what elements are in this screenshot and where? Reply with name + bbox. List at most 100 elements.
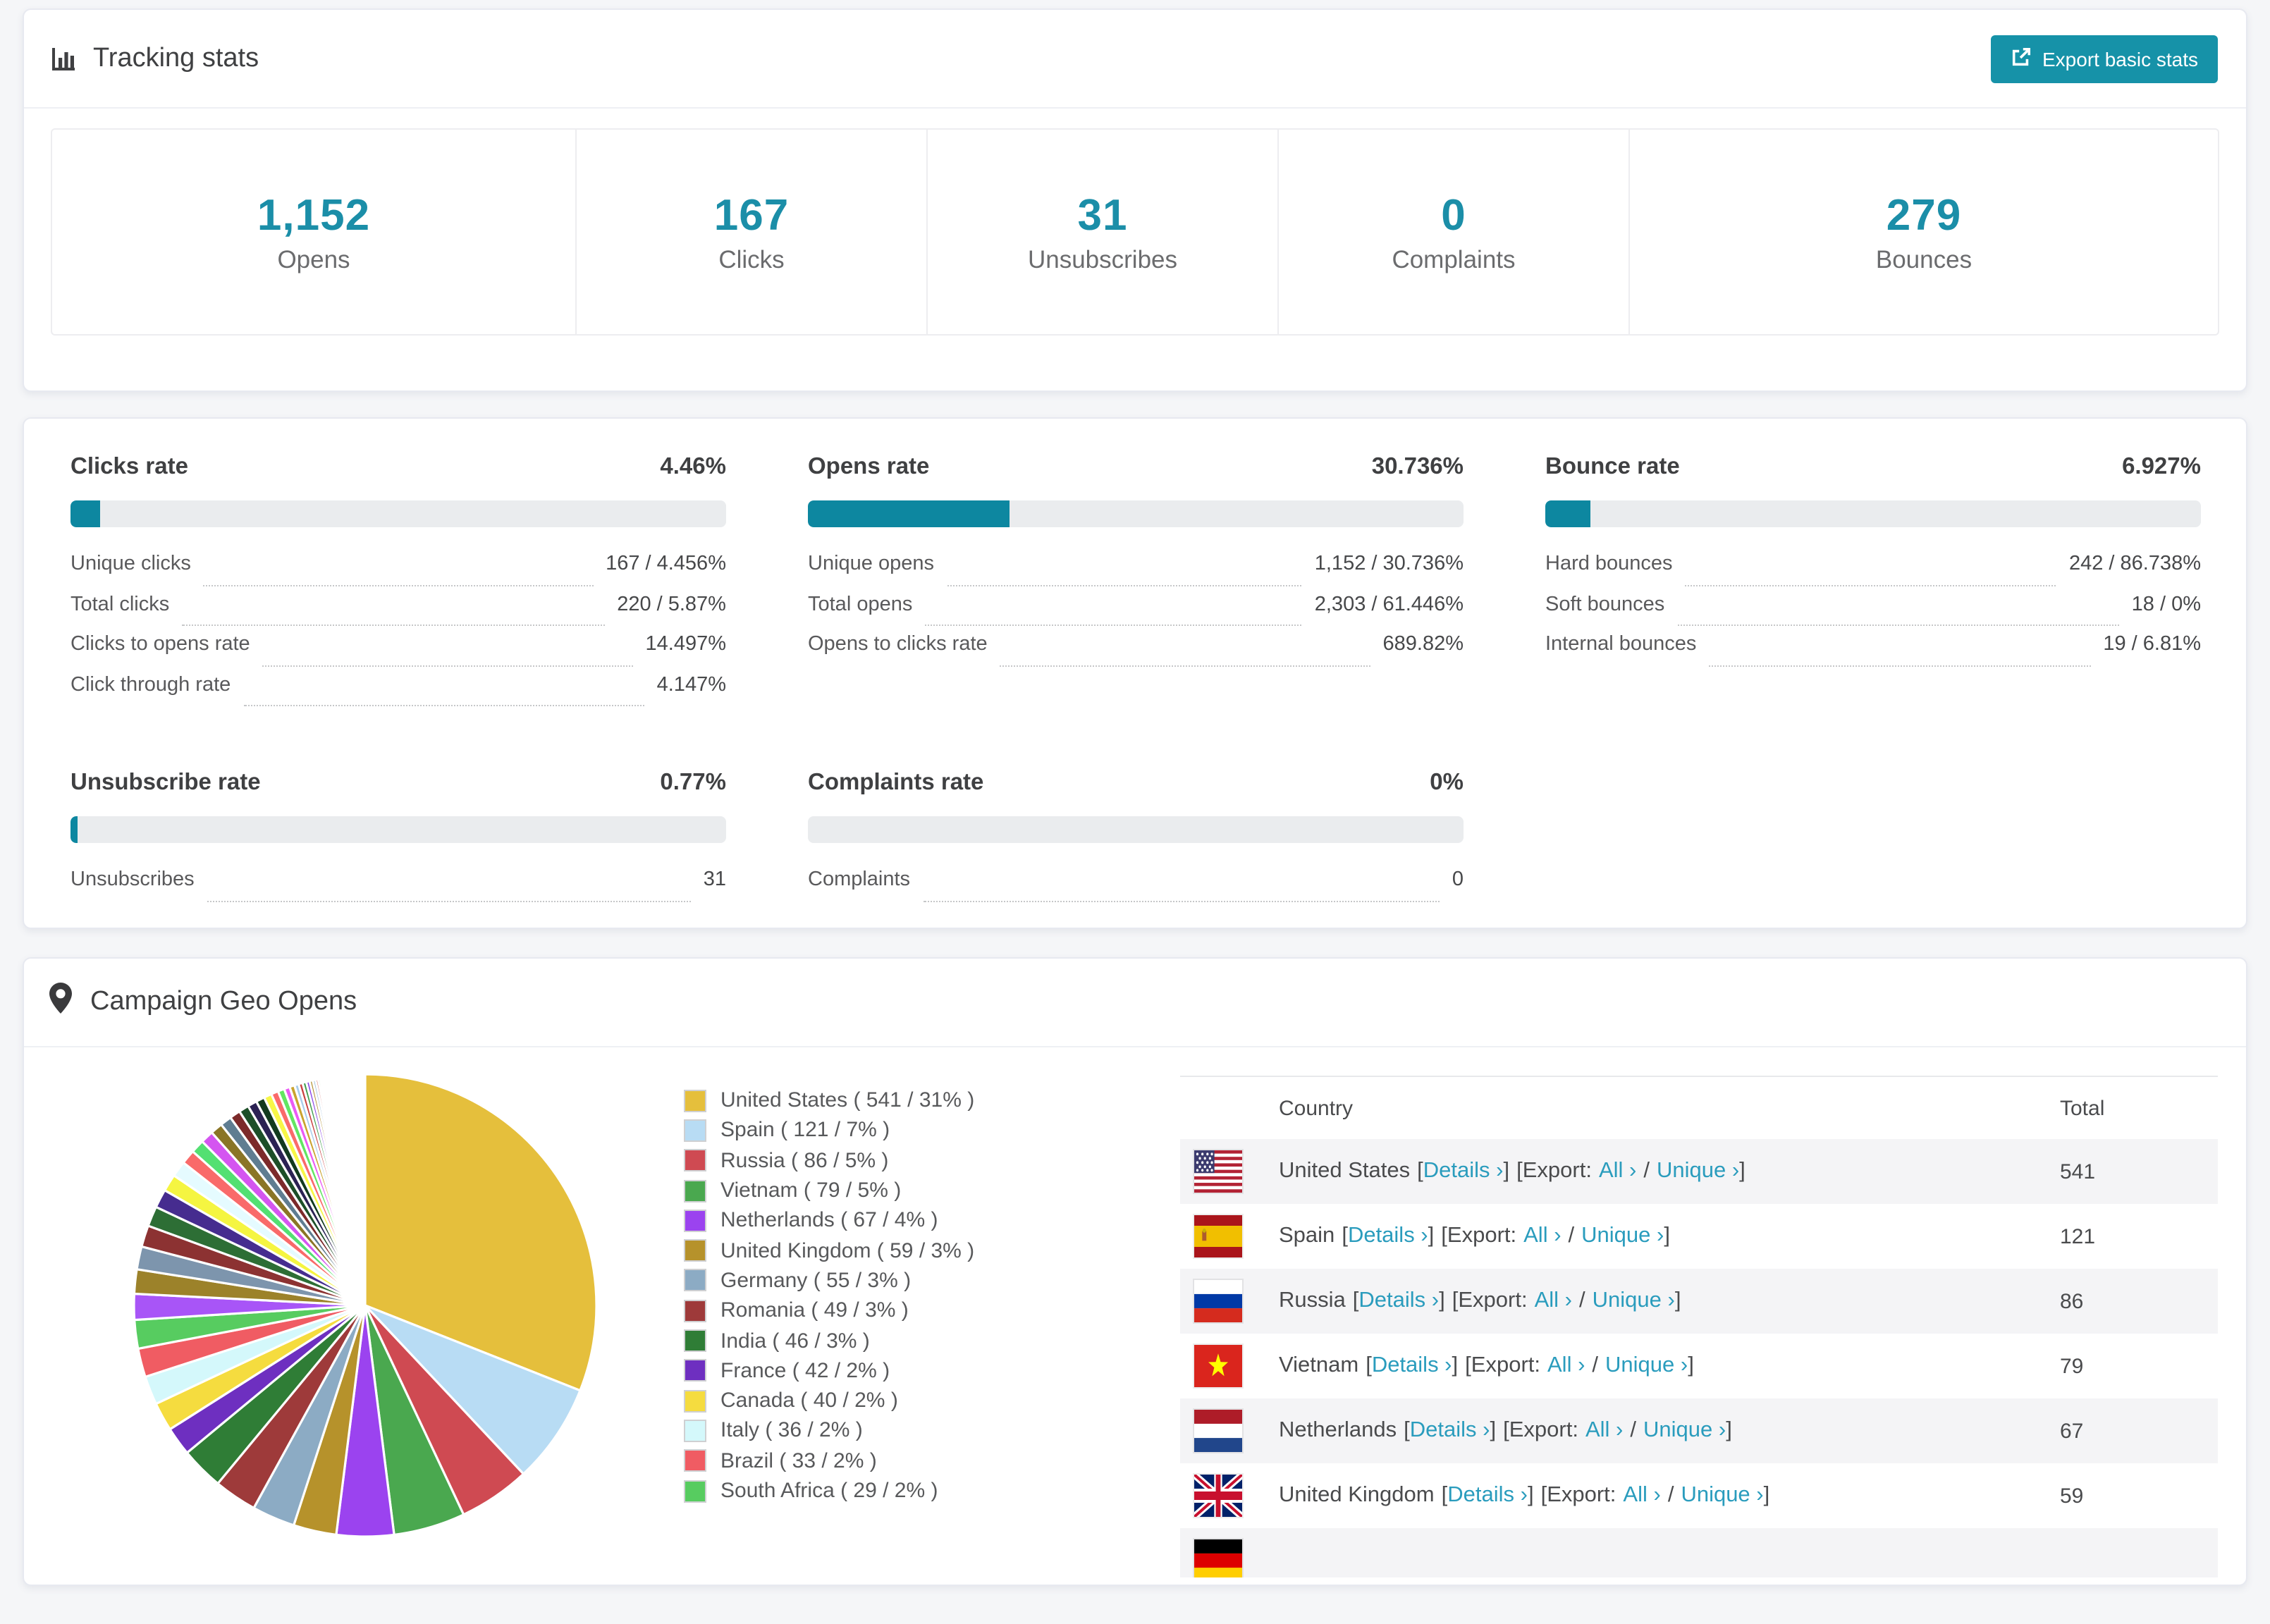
rate-row: Soft bounces 18 / 0%	[1545, 593, 2201, 633]
dotted-leader	[925, 625, 1302, 626]
clicks-rate-progressbar	[70, 500, 726, 527]
export-unique-link[interactable]: Unique ›	[1581, 1224, 1664, 1248]
opens-rate-value: 30.736%	[1371, 454, 1464, 479]
details-link[interactable]: Details ›	[1358, 1288, 1439, 1312]
rate-row: Unique clicks 167 / 4.456%	[70, 553, 726, 593]
tracking-stats-header: Tracking stats Export basic stats	[24, 10, 2246, 109]
clicks-label: Clicks	[718, 245, 785, 273]
legend-item: United States ( 541 / 31% )	[684, 1085, 1180, 1116]
export-all-link[interactable]: All ›	[1523, 1224, 1561, 1248]
rate-row: Unique opens 1,152 / 30.736%	[808, 553, 1464, 593]
unsubscribe-rate-value: 0.77%	[660, 770, 726, 795]
legend-swatch	[684, 1269, 706, 1292]
opens-label: Opens	[277, 245, 350, 273]
legend-item: Italy ( 36 / 2% )	[684, 1416, 1180, 1446]
legend-item: France ( 42 / 2% )	[684, 1355, 1180, 1386]
table-row-vietnam: Vietnam [Details ›] [Export: All › / Unique ›…	[1180, 1334, 2218, 1398]
flag-spain-icon	[1194, 1215, 1242, 1257]
legend-swatch	[684, 1389, 706, 1413]
opens-rate-progress-fill	[808, 500, 1010, 527]
details-link[interactable]: Details ›	[1410, 1418, 1490, 1442]
clicks-count: 167	[713, 190, 790, 239]
export-all-link[interactable]: All ›	[1585, 1418, 1623, 1442]
dotted-leader	[203, 584, 594, 586]
pie-svg	[133, 1073, 598, 1538]
flag-vietnam-icon	[1194, 1345, 1242, 1387]
stat-box-complaints: 0 Complaints	[1279, 130, 1630, 334]
legend-item: Canada ( 40 / 2% )	[684, 1386, 1180, 1416]
export-unique-link[interactable]: Unique ›	[1681, 1483, 1763, 1507]
geo-legend: United States ( 541 / 31% ) Spain ( 121 …	[684, 1047, 1180, 1577]
country-total: 67	[2060, 1419, 2084, 1443]
table-row-spain: Spain [Details ›] [Export: All › / Unique ›] …	[1180, 1204, 2218, 1269]
legend-swatch	[684, 1359, 706, 1382]
dashboard: Tracking stats Export basic stats 1,152 …	[0, 8, 2270, 1624]
flag-germany-icon	[1194, 1539, 1242, 1577]
details-link[interactable]: Details ›	[1423, 1159, 1504, 1183]
bounce-rate-progressbar	[1545, 500, 2201, 527]
legend-swatch	[684, 1449, 706, 1472]
export-all-link[interactable]: All ›	[1535, 1288, 1572, 1312]
country-name: Vietnam	[1279, 1353, 1359, 1377]
details-link[interactable]: Details ›	[1447, 1483, 1528, 1507]
flag-united-kingdom-icon	[1194, 1475, 1242, 1517]
export-all-link[interactable]: All ›	[1547, 1353, 1585, 1377]
bounce-rate-value: 6.927%	[2122, 454, 2201, 479]
export-button-label: Export basic stats	[2042, 47, 2198, 70]
map-pin-icon	[49, 983, 72, 1022]
legend-item: Netherlands ( 67 / 4% )	[684, 1205, 1180, 1236]
bounce-rate-progress-fill	[1545, 500, 1591, 527]
table-row-netherlands: Netherlands [Details ›] [Export: All › / Uniq…	[1180, 1398, 2218, 1463]
legend-item: Spain ( 121 / 7% )	[684, 1116, 1180, 1146]
unsubscribes-count: 31	[1077, 190, 1128, 239]
export-all-link[interactable]: All ›	[1623, 1483, 1660, 1507]
country-name: Spain	[1279, 1224, 1335, 1248]
complaints-count: 0	[1441, 190, 1466, 239]
table-row-partial	[1180, 1528, 2218, 1577]
clicks-rate-progress-fill	[70, 500, 100, 527]
unsubscribe-rate-progress-fill	[70, 816, 78, 843]
complaints-label: Complaints	[1392, 245, 1516, 273]
legend-item: United Kingdom ( 59 / 3% )	[684, 1236, 1180, 1266]
complaints-rate-value: 0%	[1430, 770, 1464, 795]
country-total: 121	[2060, 1224, 2096, 1248]
column-header-country: Country	[1279, 1096, 1354, 1120]
bounce-rate-title: Bounce rate	[1545, 454, 1680, 479]
legend-swatch	[684, 1089, 706, 1112]
rate-row: Hard bounces 242 / 86.738%	[1545, 553, 2201, 593]
legend-swatch	[684, 1179, 706, 1202]
flag-united-states-icon	[1194, 1150, 1242, 1193]
unsubscribe-rate-title: Unsubscribe rate	[70, 770, 261, 795]
details-link[interactable]: Details ›	[1348, 1224, 1428, 1248]
rate-row: Total clicks 220 / 5.87%	[70, 593, 726, 633]
clicks-rate-value: 4.46%	[660, 454, 726, 479]
flag-netherlands-icon	[1194, 1410, 1242, 1452]
legend-item: Romania ( 49 / 3% )	[684, 1296, 1180, 1326]
complaints-rate-title: Complaints rate	[808, 770, 984, 795]
flag-russia-icon	[1194, 1280, 1242, 1322]
export-unique-link[interactable]: Unique ›	[1605, 1353, 1688, 1377]
stat-box-clicks: 167 Clicks	[577, 130, 928, 334]
legend-swatch	[684, 1329, 706, 1353]
dotted-leader	[262, 665, 633, 666]
opens-rate-title: Opens rate	[808, 454, 930, 479]
details-link[interactable]: Details ›	[1372, 1353, 1452, 1377]
country-name: Russia	[1279, 1288, 1346, 1312]
dotted-leader	[1677, 625, 2119, 626]
opens-count: 1,152	[257, 190, 371, 239]
country-total: 86	[2060, 1289, 2084, 1313]
dotted-leader	[243, 705, 644, 706]
unsubscribes-label: Unsubscribes	[1027, 245, 1178, 273]
tracking-stats-card: Tracking stats Export basic stats 1,152 …	[23, 8, 2247, 392]
export-unique-link[interactable]: Unique ›	[1657, 1159, 1739, 1183]
export-unique-link[interactable]: Unique ›	[1643, 1418, 1726, 1442]
dotted-leader	[1000, 665, 1370, 666]
country-total: 59	[2060, 1484, 2084, 1508]
rate-row: Total opens 2,303 / 61.446%	[808, 593, 1464, 633]
export-basic-stats-button[interactable]: Export basic stats	[1990, 35, 2218, 82]
geo-opens-card: Campaign Geo Opens United States ( 541 /…	[23, 957, 2247, 1586]
export-all-link[interactable]: All ›	[1599, 1159, 1636, 1183]
dotted-leader	[947, 584, 1302, 586]
complaints-rate-block: Complaints rate 0% Complaints 0	[808, 770, 1464, 909]
export-unique-link[interactable]: Unique ›	[1593, 1288, 1675, 1312]
